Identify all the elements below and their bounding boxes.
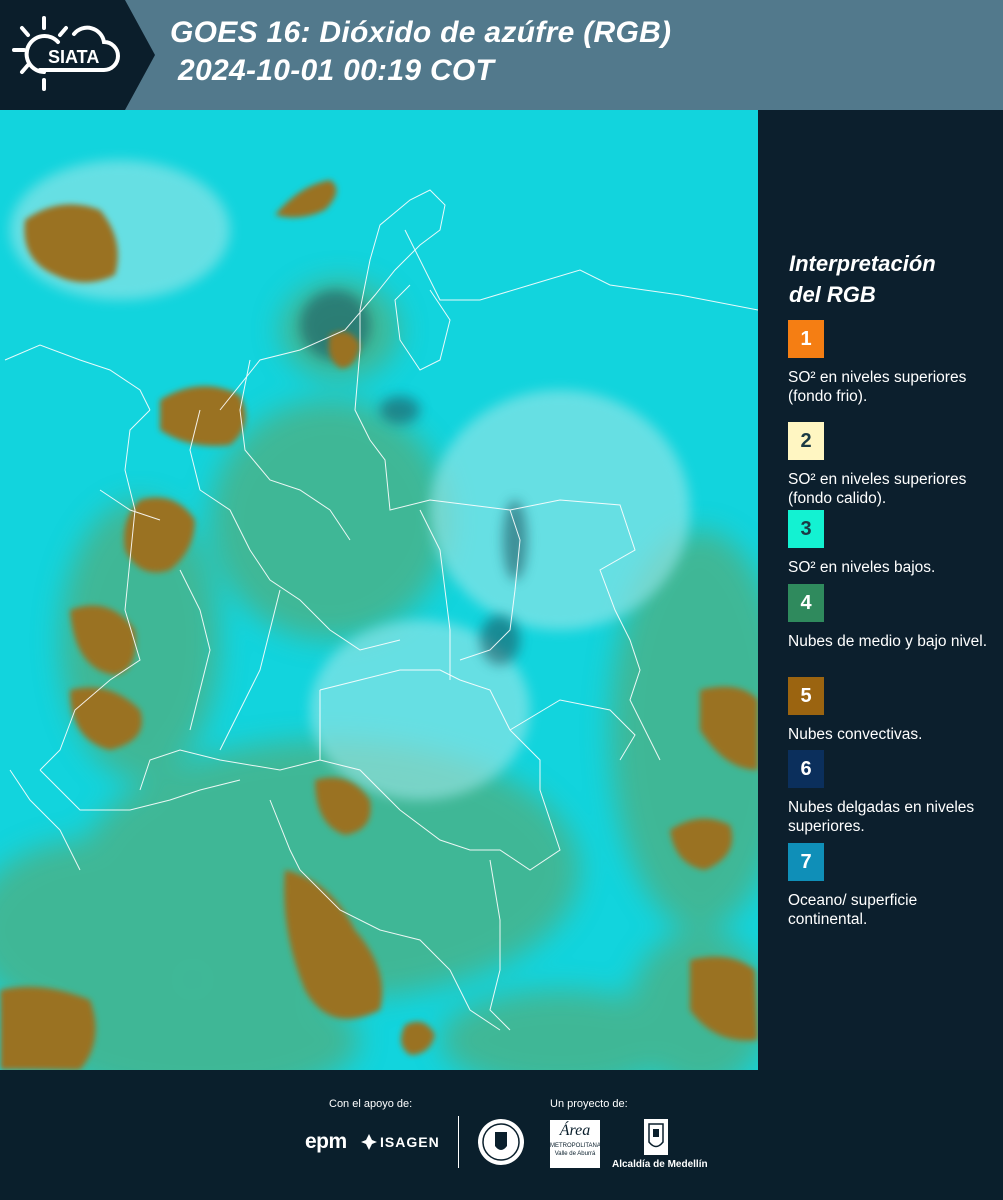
legend-swatch: 3 (788, 510, 824, 548)
area-logo-word: Área (559, 1122, 591, 1139)
legend-label: Nubes convectivas. (788, 726, 923, 743)
title-line-1: GOES 16: Dióxido de azúfre (RGB) (170, 16, 672, 49)
legend-item-5: 5 Nubes convectivas. (788, 677, 998, 744)
satellite-image (0, 110, 758, 1070)
sun-cloud-icon: SIATA (12, 16, 120, 91)
legend-item-2: 2 SO² en niveles superiores (fondo calido… (788, 422, 998, 508)
alcaldia-text: Alcaldía de Medellín (612, 1159, 708, 1170)
epm-logo: epm (305, 1130, 347, 1153)
alcaldia-shield-icon (644, 1119, 668, 1155)
legend-swatch: 4 (788, 584, 824, 622)
legend-swatch: 2 (788, 422, 824, 460)
legend-swatch: 7 (788, 843, 824, 881)
legend-item-3: 3 SO² en niveles bajos. (788, 510, 998, 577)
title-line-2: 2024-10-01 00:19 COT (178, 54, 495, 87)
satellite-map (0, 110, 758, 1070)
legend-label: SO² en niveles superiores (fondo frio). (788, 369, 967, 405)
siata-logo: SIATA (0, 0, 155, 110)
legend-item-7: 7 Oceano/ superficie continental. (788, 843, 998, 929)
legend-label: Nubes de medio y bajo nivel. (788, 633, 988, 650)
legend-item-1: 1 SO² en niveles superiores (fondo frio). (788, 320, 998, 406)
legend-swatch: 1 (788, 320, 824, 358)
legend-panel: Interpretación del RGB 1 SO² en niveles s… (758, 110, 1003, 1070)
legend-label: Nubes delgadas en niveles superiores. (788, 799, 975, 835)
legend-label: SO² en niveles bajos. (788, 559, 936, 576)
footer: Con el apoyo de: Un proyecto de: epm ISA… (0, 1070, 1003, 1200)
area-logo-line3: Valle de Aburrá (554, 1151, 596, 1157)
header: SIATA GOES 16: Dióxido de azúfre (RGB) 2… (0, 0, 1003, 110)
legend-label: SO² en niveles superiores (fondo calido)… (788, 471, 967, 507)
medellin-seal-icon (478, 1119, 524, 1165)
project-caption: Un proyecto de: (550, 1098, 628, 1110)
legend-title-line-1: Interpretación (789, 251, 936, 276)
legend-title-line-2: del RGB (789, 282, 876, 307)
area-logo-line2: METROPOLITANA (550, 1143, 601, 1149)
siata-logo-text: SIATA (48, 47, 99, 67)
legend-swatch: 6 (788, 750, 824, 788)
legend-item-4: 4 Nubes de medio y bajo nivel. (788, 584, 998, 651)
isagen-logo: ISAGEN (380, 1134, 440, 1150)
legend-title: Interpretación del RGB (789, 248, 936, 310)
footer-divider (458, 1116, 459, 1168)
isagen-logo-icon (361, 1134, 377, 1150)
support-caption: Con el apoyo de: (329, 1098, 413, 1110)
legend-swatch: 5 (788, 677, 824, 715)
area-metropolitana-logo: Área METROPOLITANA Valle de Aburrá (550, 1120, 601, 1168)
page-title: GOES 16: Dióxido de azúfre (RGB) 2024-10… (170, 14, 671, 90)
legend-label: Oceano/ superficie continental. (788, 892, 918, 928)
legend-item-6: 6 Nubes delgadas en niveles superiores. (788, 750, 998, 836)
